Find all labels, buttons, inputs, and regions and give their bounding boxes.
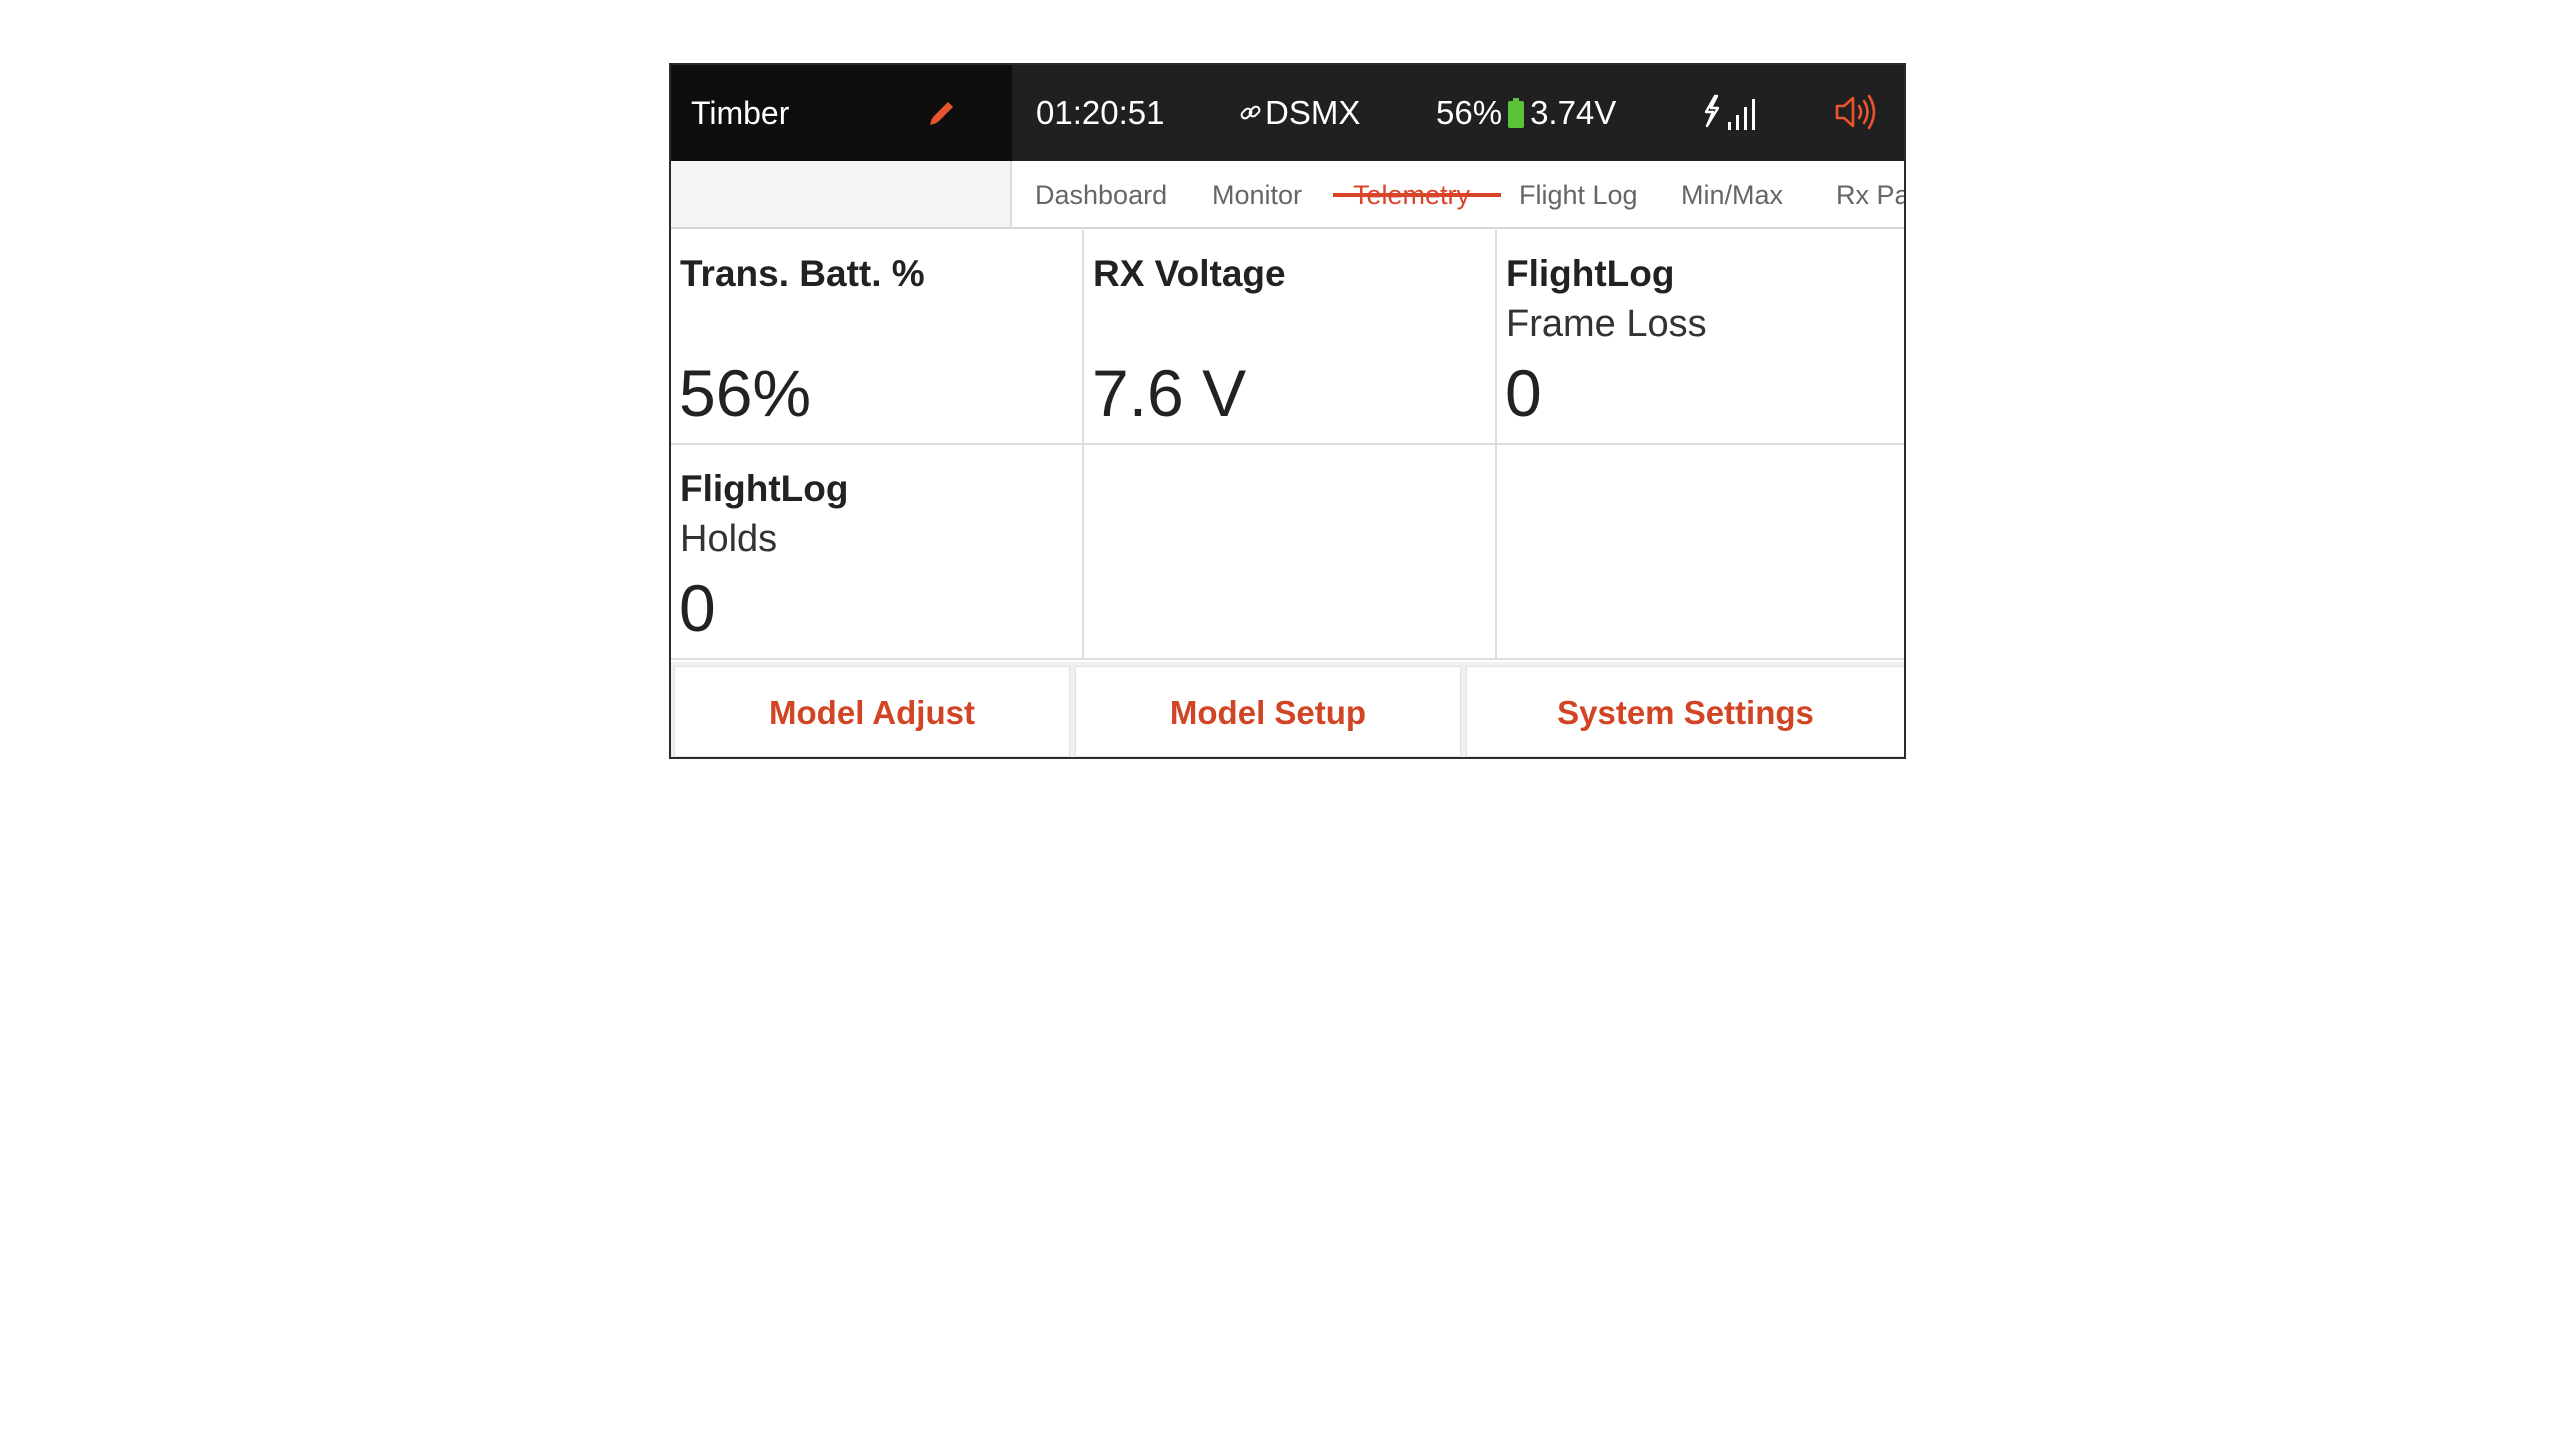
system-settings-button[interactable]: System Settings bbox=[1466, 666, 1904, 757]
telemetry-cell-holds[interactable]: FlightLog Holds 0 bbox=[671, 445, 1084, 660]
protocol-label: DSMX bbox=[1265, 94, 1361, 131]
cell-value: 0 bbox=[679, 571, 716, 645]
telemetry-cell-empty[interactable] bbox=[1084, 445, 1497, 660]
telemetry-cell-empty[interactable] bbox=[1497, 445, 1904, 660]
cell-title: RX Voltage bbox=[1093, 253, 1286, 294]
telemetry-cell-trans-batt[interactable]: Trans. Batt. % 56% bbox=[671, 230, 1084, 445]
tab-row-spacer bbox=[671, 161, 1012, 229]
cell-subtitle: Frame Loss bbox=[1506, 303, 1707, 345]
tab-monitor[interactable]: Monitor bbox=[1212, 161, 1302, 227]
transmitter-screen: Timber 01:20:51 DSMX 56% 3.74V Dashboard… bbox=[669, 63, 1906, 759]
battery-icon bbox=[1508, 98, 1525, 128]
cell-title: FlightLog bbox=[680, 468, 849, 509]
model-setup-button[interactable]: Model Setup bbox=[1075, 666, 1461, 757]
tab-rx-pa[interactable]: Rx Pa bbox=[1836, 161, 1904, 227]
active-tab-indicator bbox=[1333, 193, 1501, 197]
speaker-icon[interactable] bbox=[1834, 93, 1880, 131]
telemetry-cell-rx-voltage[interactable]: RX Voltage 7.6 V bbox=[1084, 230, 1497, 445]
flight-timer[interactable]: 01:20:51 bbox=[1036, 95, 1164, 131]
battery-percent: 56% bbox=[1436, 94, 1503, 131]
link-icon bbox=[1240, 105, 1261, 120]
tab-flight-log[interactable]: Flight Log bbox=[1519, 161, 1638, 227]
tab-dashboard[interactable]: Dashboard bbox=[1035, 161, 1167, 227]
tab-min-max[interactable]: Min/Max bbox=[1681, 161, 1783, 227]
protocol-indicator: DSMX bbox=[1239, 95, 1360, 131]
model-name-panel[interactable]: Timber bbox=[671, 65, 1012, 161]
signal-icon bbox=[1704, 94, 1755, 130]
model-name: Timber bbox=[691, 95, 790, 131]
telemetry-cell-frame-loss[interactable]: FlightLog Frame Loss 0 bbox=[1497, 230, 1904, 445]
battery-indicator: 56% 3.74V bbox=[1436, 95, 1616, 131]
cell-title: FlightLog bbox=[1506, 253, 1675, 294]
status-bar: Timber 01:20:51 DSMX 56% 3.74V bbox=[671, 65, 1904, 161]
cell-value: 7.6 V bbox=[1092, 356, 1247, 430]
battery-voltage: 3.74V bbox=[1530, 94, 1617, 131]
telemetry-grid: Trans. Batt. % 56% RX Voltage 7.6 V Flig… bbox=[671, 230, 1904, 660]
edit-icon[interactable] bbox=[925, 96, 959, 130]
model-adjust-button[interactable]: Model Adjust bbox=[674, 666, 1070, 757]
cell-value: 56% bbox=[679, 356, 812, 430]
cell-title: Trans. Batt. % bbox=[680, 253, 925, 294]
cell-subtitle: Holds bbox=[680, 518, 778, 560]
bottom-nav: Model Adjust Model Setup System Settings bbox=[671, 662, 1904, 757]
tab-row: Dashboard Monitor Telemetry Flight Log M… bbox=[671, 161, 1904, 230]
cell-value: 0 bbox=[1505, 356, 1542, 430]
